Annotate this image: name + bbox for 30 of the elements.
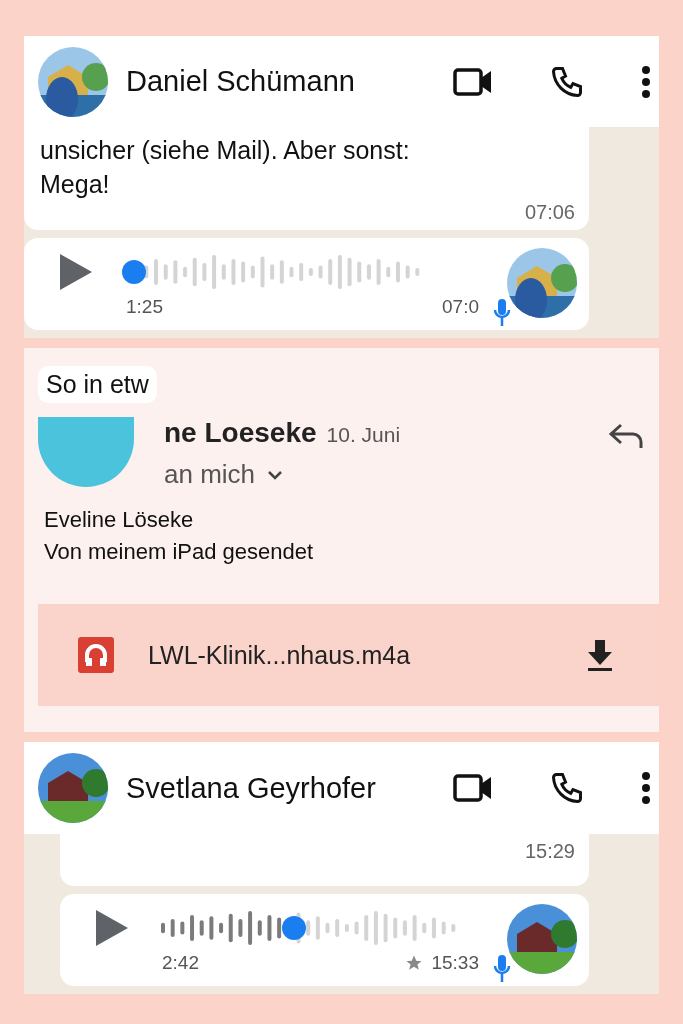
video-call-icon: [453, 774, 493, 803]
contact-name: Daniel Schümann: [126, 65, 356, 99]
email-body-text: Von meinem iPad gesendet: [43, 538, 315, 567]
more-icon: [641, 64, 651, 99]
voice-duration: 2:42: [162, 952, 199, 974]
microphone-icon: [493, 298, 511, 329]
video-call-icon: [453, 67, 493, 96]
headphones-icon: [78, 637, 114, 674]
chevron-down-icon: [267, 469, 284, 480]
email-body-text: Eveline Löseke: [43, 506, 195, 535]
microphone-icon: [493, 954, 511, 984]
email-date: 10. Juni: [326, 423, 401, 448]
voice-duration: 1:25: [126, 296, 163, 319]
message-time: 15:33: [431, 952, 479, 974]
message-time: 07:06: [524, 201, 575, 225]
recipient-dropdown[interactable]: an mich: [164, 459, 284, 491]
message-text: So in etw: [38, 366, 157, 404]
sender-name: ne Loeseke: [164, 417, 317, 450]
more-icon: [641, 771, 651, 806]
contact-name: Svetlana Geyrhofer: [126, 771, 377, 805]
play-icon: [94, 908, 130, 948]
message-text: Mega!: [40, 169, 111, 201]
message-time: 07:0: [442, 296, 479, 319]
message-time: 15:29: [524, 840, 575, 863]
playback-slider-thumb[interactable]: [282, 916, 307, 940]
attachment-name: LWL-Klinik...nhaus.m4a: [148, 640, 412, 670]
download-icon: [585, 638, 615, 673]
message-text: unsicher (siehe Mail). Aber sonst:: [40, 135, 411, 167]
playback-slider-thumb[interactable]: [122, 260, 146, 285]
play-icon: [58, 252, 94, 293]
